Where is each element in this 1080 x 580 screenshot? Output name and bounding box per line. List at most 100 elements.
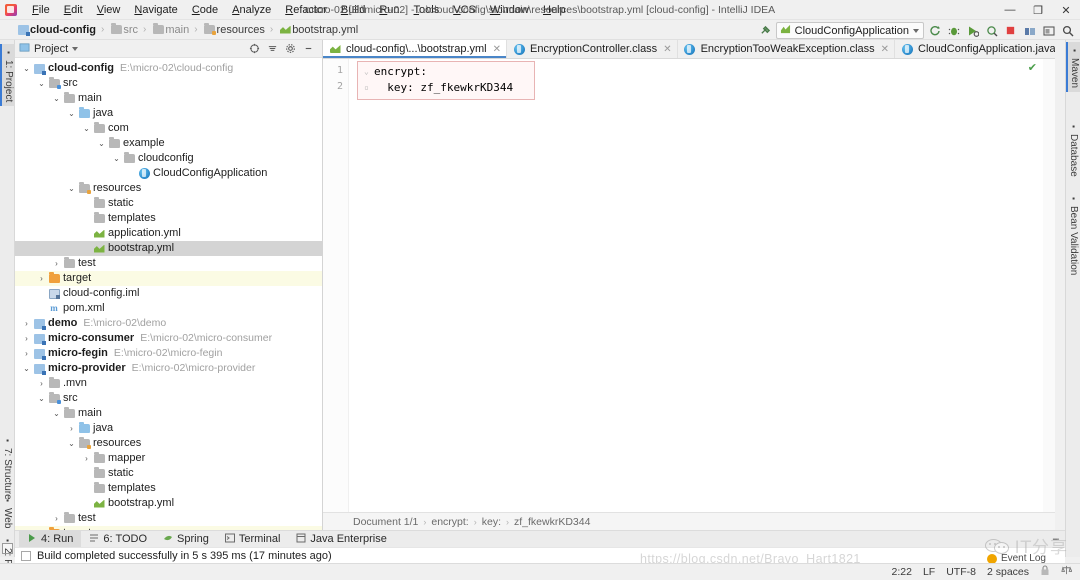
breadcrumb-item[interactable]: key: bbox=[482, 516, 501, 528]
tool-stripe-bean-validation[interactable]: ▪ Bean Validation bbox=[1066, 190, 1080, 279]
tool-stripe-database[interactable]: ▪ Database bbox=[1066, 118, 1080, 181]
tree-node[interactable]: › test bbox=[15, 256, 322, 271]
layout-icon[interactable] bbox=[1040, 22, 1057, 39]
tree-node[interactable]: ⌄ micro-provider E:\micro-02\micro-provide… bbox=[15, 361, 322, 376]
chevron-right-icon[interactable]: › bbox=[66, 421, 77, 436]
hide-panel-icon[interactable] bbox=[302, 43, 314, 55]
chevron-down-icon[interactable]: ⌄ bbox=[66, 181, 77, 196]
menu-item-help[interactable]: Help bbox=[536, 1, 573, 19]
code-fold-icon[interactable]: ▫ bbox=[364, 80, 374, 96]
caret-position[interactable]: 2:22 bbox=[892, 566, 912, 578]
tree-node[interactable]: · cloud-config.iml bbox=[15, 286, 322, 301]
navbar-crumb-cloud-config[interactable]: cloud-config bbox=[16, 24, 96, 36]
chevron-down-icon[interactable]: ⌄ bbox=[66, 436, 77, 451]
code-line[interactable]: ▫ key: zf_fkewkrKD344 bbox=[364, 80, 528, 96]
chevron-down-icon[interactable]: ⌄ bbox=[36, 391, 47, 406]
editor-tab-cloud-config-----bootstrap-yml[interactable]: cloud-config\...\bootstrap.yml ✕ bbox=[323, 40, 508, 58]
tree-node[interactable]: › mapper bbox=[15, 451, 322, 466]
chevron-down-icon[interactable]: ⌄ bbox=[21, 361, 32, 376]
chevron-right-icon[interactable]: › bbox=[51, 511, 62, 526]
chevron-right-icon[interactable]: › bbox=[21, 316, 32, 331]
menu-item-tools[interactable]: Tools bbox=[407, 1, 447, 19]
editor-scrollbar[interactable] bbox=[1043, 59, 1055, 512]
close-tab-icon[interactable]: ✕ bbox=[881, 44, 889, 55]
tree-node[interactable]: ⌄ example bbox=[15, 136, 322, 151]
run-coverage-icon[interactable] bbox=[964, 22, 981, 39]
locate-file-icon[interactable] bbox=[248, 43, 260, 55]
inspection-status-icon[interactable]: ✔ bbox=[1028, 61, 1037, 74]
tree-node[interactable]: ⌄ com bbox=[15, 121, 322, 136]
indent-setting[interactable]: 2 spaces bbox=[987, 566, 1029, 578]
chevron-right-icon[interactable]: › bbox=[36, 376, 47, 391]
project-view-chevron-icon[interactable] bbox=[72, 46, 79, 51]
tree-node[interactable]: ⌄ cloud-config E:\micro-02\cloud-config bbox=[15, 61, 322, 76]
close-button[interactable]: ✕ bbox=[1052, 0, 1080, 20]
maximize-button[interactable]: ❐ bbox=[1024, 0, 1052, 20]
tree-node[interactable]: · CloudConfigApplication bbox=[15, 166, 322, 181]
navbar-crumb-main[interactable]: main bbox=[151, 23, 189, 36]
run-configuration-selector[interactable]: CloudConfigApplication bbox=[775, 22, 924, 39]
menu-item-file[interactable]: File bbox=[25, 1, 57, 19]
search-everywhere-icon[interactable] bbox=[1059, 22, 1076, 39]
chevron-down-icon[interactable]: ⌄ bbox=[111, 151, 122, 166]
code-fold-icon[interactable]: ⌄ bbox=[364, 64, 374, 80]
chevron-down-icon[interactable]: ⌄ bbox=[81, 121, 92, 136]
tree-node[interactable]: · static bbox=[15, 466, 322, 481]
bottom-tab-spring[interactable]: Spring bbox=[155, 531, 217, 548]
menu-item-navigate[interactable]: Navigate bbox=[127, 1, 184, 19]
tree-node[interactable]: › test bbox=[15, 511, 322, 526]
editor-tab-cloudconfigapplication-java[interactable]: CloudConfigApplication.java✕ bbox=[895, 40, 1055, 58]
tree-node[interactable]: › micro-consumer E:\micro-02\micro-consume… bbox=[15, 331, 322, 346]
menu-item-refactor[interactable]: Refactor bbox=[278, 1, 334, 19]
rerun-icon[interactable] bbox=[926, 22, 943, 39]
build-hammer-icon[interactable] bbox=[757, 22, 774, 39]
tool-stripe-1--project[interactable]: ▪ 1: Project bbox=[0, 44, 15, 107]
chevron-down-icon[interactable]: ⌄ bbox=[66, 106, 77, 121]
navbar-crumb-bootstrap-yml[interactable]: bootstrap.yml bbox=[278, 24, 358, 36]
tree-node[interactable]: · application.yml bbox=[15, 226, 322, 241]
menu-item-run[interactable]: Run bbox=[372, 1, 406, 19]
minimize-button[interactable]: — bbox=[996, 0, 1024, 20]
file-encoding[interactable]: UTF-8 bbox=[946, 566, 976, 578]
menu-item-window[interactable]: Window bbox=[483, 1, 536, 19]
chevron-down-icon[interactable]: ⌄ bbox=[96, 136, 107, 151]
bottom-minimize-icon[interactable]: – bbox=[1053, 533, 1059, 545]
profile-icon[interactable] bbox=[983, 22, 1000, 39]
tree-node[interactable]: › .mvn bbox=[15, 376, 322, 391]
code-area[interactable]: ⌄ encrypt: ▫ key: zf_fkewkrKD344 bbox=[349, 59, 1055, 512]
debug-icon[interactable] bbox=[945, 22, 962, 39]
chevron-right-icon[interactable]: › bbox=[51, 256, 62, 271]
chevron-down-icon[interactable]: ⌄ bbox=[51, 406, 62, 421]
chevron-right-icon[interactable]: › bbox=[36, 271, 47, 286]
menu-item-vcs[interactable]: VCS bbox=[446, 1, 483, 19]
tool-stripe-web[interactable]: ▪ Web bbox=[0, 492, 15, 532]
tree-node[interactable]: ·m pom.xml bbox=[15, 301, 322, 316]
tree-node[interactable]: ⌄ resources bbox=[15, 436, 322, 451]
chevron-down-icon[interactable]: ⌄ bbox=[21, 61, 32, 76]
bottom-tab-terminal[interactable]: Terminal bbox=[217, 531, 289, 548]
tree-node[interactable]: · static bbox=[15, 196, 322, 211]
collapse-all-icon[interactable] bbox=[266, 43, 278, 55]
breadcrumb-item[interactable]: encrypt: bbox=[431, 516, 468, 528]
close-tab-icon[interactable]: ✕ bbox=[663, 44, 671, 55]
tree-node[interactable]: › demo E:\micro-02\demo bbox=[15, 316, 322, 331]
tree-node[interactable]: ⌄ main bbox=[15, 91, 322, 106]
editor-tab-encryptioncontroller-class[interactable]: EncryptionController.class ✕ bbox=[507, 40, 678, 58]
code-line[interactable]: ⌄ encrypt: bbox=[364, 64, 528, 80]
update-running-app-icon[interactable] bbox=[1021, 22, 1038, 39]
tree-node[interactable]: · templates bbox=[15, 211, 322, 226]
console-toggle-icon[interactable] bbox=[21, 550, 31, 561]
tree-node[interactable]: › micro-fegin E:\micro-02\micro-fegin bbox=[15, 346, 322, 361]
chevron-down-icon[interactable]: ⌄ bbox=[36, 76, 47, 91]
inspection-level-icon[interactable] bbox=[1061, 565, 1073, 579]
menu-item-view[interactable]: View bbox=[90, 1, 128, 19]
tree-node[interactable]: ⌄ main bbox=[15, 406, 322, 421]
chevron-right-icon[interactable]: › bbox=[21, 331, 32, 346]
tree-node[interactable]: ⌄ src bbox=[15, 76, 322, 91]
menu-item-code[interactable]: Code bbox=[185, 1, 225, 19]
lock-icon[interactable] bbox=[1040, 565, 1050, 579]
chevron-down-icon[interactable]: ⌄ bbox=[51, 91, 62, 106]
editor-body[interactable]: 12 ⌄ encrypt: ▫ key: zf_fkewkrKD344 ✔ bbox=[323, 59, 1055, 512]
breadcrumb-item[interactable]: Document 1/1 bbox=[353, 516, 418, 528]
breadcrumb-item[interactable]: zf_fkewkrKD344 bbox=[514, 516, 590, 528]
